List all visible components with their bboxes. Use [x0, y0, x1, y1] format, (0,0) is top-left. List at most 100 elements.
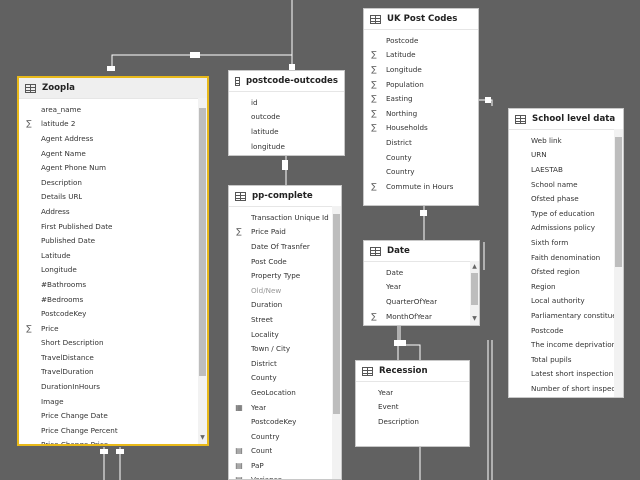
field-row[interactable]: Event — [356, 400, 469, 415]
field-row[interactable]: Latest short inspection — [509, 367, 623, 382]
field-row[interactable]: Faith denomination — [509, 250, 623, 265]
table-header[interactable]: UK Post Codes — [364, 9, 478, 30]
field-row[interactable]: Price Change Date — [19, 408, 207, 423]
field-row[interactable]: Total pupils — [509, 352, 623, 367]
table-school-level-data[interactable]: School level data Web link URN LAESTAB Scho… — [508, 108, 624, 398]
field-row[interactable]: TravelDistance — [19, 350, 207, 365]
field-row[interactable]: Local authority — [509, 294, 623, 309]
field-row[interactable]: Locality — [229, 327, 341, 342]
field-row[interactable]: ∑ Commute in Hours — [364, 179, 478, 194]
scrollbar[interactable] — [614, 129, 623, 397]
field-row[interactable]: Latitude — [19, 248, 207, 263]
field-row[interactable]: ▤ PaP — [229, 458, 341, 473]
field-row[interactable]: County — [364, 150, 478, 165]
field-row[interactable]: Image — [19, 394, 207, 409]
field-row[interactable]: Country — [364, 164, 478, 179]
table-postcode-outcodes[interactable]: postcode-outcodes id outcode latitude longi… — [228, 70, 345, 156]
scroll-thumb[interactable] — [471, 273, 478, 305]
field-row[interactable]: First Published Date — [19, 219, 207, 234]
table-header[interactable]: Recession — [356, 361, 469, 382]
field-row[interactable]: Address — [19, 204, 207, 219]
field-row[interactable]: Admissions policy — [509, 221, 623, 236]
field-row[interactable]: Transaction Unique Id — [229, 210, 341, 225]
field-row[interactable]: District — [364, 135, 478, 150]
table-header[interactable]: postcode-outcodes — [229, 71, 344, 92]
table-header[interactable]: School level data — [509, 109, 623, 130]
field-row[interactable]: Description — [356, 414, 469, 429]
field-row[interactable]: #Bathrooms — [19, 277, 207, 292]
field-row[interactable]: Published Date — [19, 233, 207, 248]
scrollbar[interactable]: ▲ ▼ — [470, 261, 479, 325]
table-recession[interactable]: Recession Year Event Description — [355, 360, 470, 447]
scrollbar[interactable] — [332, 206, 341, 479]
field-row[interactable]: Longitude — [19, 263, 207, 278]
field-row[interactable]: ∑ latitude 2 — [19, 117, 207, 132]
field-row[interactable]: URN — [509, 148, 623, 163]
field-row[interactable]: outcode — [229, 110, 344, 125]
field-row[interactable]: Price Change Price — [19, 438, 207, 444]
field-row[interactable]: ∑ Northing — [364, 106, 478, 121]
field-row[interactable]: Ofsted phase — [509, 191, 623, 206]
field-row[interactable]: ∑ MonthOfYear — [364, 309, 479, 324]
field-row[interactable]: Old/New — [229, 283, 341, 298]
field-row[interactable]: Details URL — [19, 190, 207, 205]
table-date[interactable]: Date DateYearQuarterOfYear∑MonthOfYearDa… — [363, 240, 480, 326]
field-row[interactable]: Postcode — [364, 33, 478, 48]
field-row[interactable]: Price Change Percent — [19, 423, 207, 438]
field-row[interactable]: ∑ Population — [364, 77, 478, 92]
table-header[interactable]: Zoopla — [19, 78, 207, 99]
field-row[interactable]: DurationInHours — [19, 379, 207, 394]
field-row[interactable]: Web link — [509, 133, 623, 148]
field-row[interactable]: PostcodeKey — [229, 414, 341, 429]
field-row[interactable]: area_name — [19, 102, 207, 117]
field-row[interactable]: District — [229, 356, 341, 371]
field-row[interactable]: ∑ Households — [364, 121, 478, 136]
field-row[interactable]: id — [229, 95, 344, 110]
field-row[interactable]: Ofsted region — [509, 264, 623, 279]
scroll-thumb[interactable] — [615, 137, 622, 267]
field-row[interactable]: Date Of Trasnfer — [229, 239, 341, 254]
field-row[interactable]: DayOfMonth — [364, 323, 479, 325]
field-row[interactable]: Postcode — [509, 323, 623, 338]
scrollbar[interactable]: ▼ — [198, 98, 207, 444]
table-pp-complete[interactable]: pp-complete Transaction Unique Id ∑ Price … — [228, 185, 342, 480]
field-row[interactable]: ∑ Longitude — [364, 62, 478, 77]
field-row[interactable]: Country — [229, 429, 341, 444]
table-uk-post-codes[interactable]: UK Post Codes Postcode ∑ Latitude ∑ Longitud… — [363, 8, 479, 206]
field-row[interactable]: Agent Address — [19, 131, 207, 146]
field-row[interactable]: ▤ Variance — [229, 473, 341, 479]
scroll-thumb[interactable] — [333, 214, 340, 414]
field-row[interactable]: The income deprivation — [509, 337, 623, 352]
scroll-up-icon[interactable]: ▲ — [470, 263, 479, 271]
field-row[interactable]: #Bedrooms — [19, 292, 207, 307]
table-header[interactable]: Date — [364, 241, 479, 262]
model-canvas[interactable]: Zoopla area_name ∑ latitude 2 Agent Address… — [0, 0, 640, 480]
field-row[interactable]: ∑ Price — [19, 321, 207, 336]
field-row[interactable]: County — [229, 371, 341, 386]
table-zoopla[interactable]: Zoopla area_name ∑ latitude 2 Agent Address… — [17, 76, 209, 446]
field-row[interactable]: Region — [509, 279, 623, 294]
field-row[interactable]: ∑ Latitude — [364, 48, 478, 63]
field-row[interactable]: ▤ Count — [229, 444, 341, 459]
field-row[interactable]: School name — [509, 177, 623, 192]
scroll-down-icon[interactable]: ▼ — [470, 315, 479, 323]
field-row[interactable]: Town / City — [229, 341, 341, 356]
field-row[interactable]: ∑ Easting — [364, 91, 478, 106]
field-row[interactable]: Agent Phone Num — [19, 160, 207, 175]
field-row[interactable]: QuarterOfYear — [364, 294, 479, 309]
field-row[interactable]: Description — [19, 175, 207, 190]
scroll-down-icon[interactable]: ▼ — [198, 434, 207, 442]
scroll-thumb[interactable] — [199, 108, 206, 376]
field-row[interactable]: GeoLocation — [229, 385, 341, 400]
field-row[interactable]: latitude — [229, 124, 344, 139]
field-row[interactable]: Agent Name — [19, 146, 207, 161]
field-row[interactable]: Property Type — [229, 268, 341, 283]
field-row[interactable]: Number of short inspections — [509, 381, 623, 396]
field-row[interactable]: TravelDuration — [19, 365, 207, 380]
field-row[interactable]: Year — [364, 280, 479, 295]
field-row[interactable]: Post Code — [229, 254, 341, 269]
field-row[interactable]: Date — [364, 265, 479, 280]
table-header[interactable]: pp-complete — [229, 186, 341, 207]
field-row[interactable]: LAESTAB — [509, 162, 623, 177]
field-row[interactable]: longitude — [229, 139, 344, 154]
